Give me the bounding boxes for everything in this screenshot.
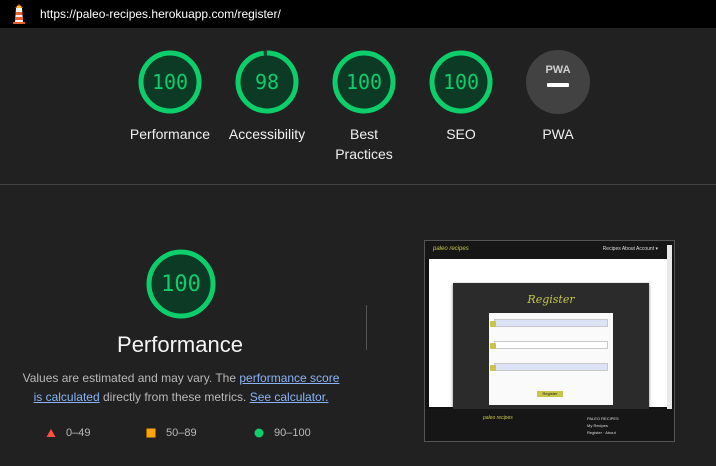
gauge-accessibility[interactable]: 98 bbox=[233, 48, 301, 116]
gauge-label-pwa: PWA bbox=[542, 126, 574, 142]
see-calculator-link[interactable]: See calculator. bbox=[250, 390, 329, 404]
thumb-username-field bbox=[490, 319, 608, 329]
thumb-footer-link: Register · About bbox=[587, 430, 616, 435]
thumb-footer-col-title: PALEO RECIPES bbox=[587, 416, 619, 421]
section-divider bbox=[0, 184, 716, 185]
legend-average-range: 50–89 bbox=[166, 427, 197, 439]
browser-bar: https://paleo-recipes.herokuapp.com/regi… bbox=[0, 0, 716, 28]
gauge-label-seo: SEO bbox=[446, 126, 476, 142]
thumb-register-form: Register bbox=[489, 313, 613, 405]
legend-average: 50–89 bbox=[146, 425, 197, 441]
legend-pass: 90–100 bbox=[254, 425, 311, 441]
pwa-badge-text: PWA bbox=[545, 64, 570, 76]
thumb-register-card: Register Register bbox=[453, 283, 649, 417]
thumb-register-heading: Register bbox=[527, 293, 575, 306]
triangle-icon bbox=[46, 429, 56, 437]
thumb-footer: paleo recipes PALEO RECIPES My Recipes R… bbox=[425, 409, 674, 441]
page-screenshot-thumbnail[interactable]: paleo recipes Recipes About Account ▾ Re… bbox=[424, 240, 675, 442]
performance-description: Values are estimated and may vary. The p… bbox=[18, 369, 344, 407]
gauge-performance[interactable]: 100 bbox=[136, 48, 204, 116]
thumb-footer-link: My Recipes bbox=[587, 423, 608, 428]
legend-pass-range: 90–100 bbox=[274, 427, 311, 439]
square-icon bbox=[146, 428, 156, 438]
thumb-scrollbar bbox=[667, 245, 672, 410]
legend-fail: 0–49 bbox=[46, 425, 90, 441]
thumb-footer-brand: paleo recipes bbox=[483, 415, 513, 421]
desc-prefix: Values are estimated and may vary. The bbox=[22, 371, 240, 385]
performance-title: Performance bbox=[117, 332, 243, 357]
thumb-register-button: Register bbox=[537, 391, 563, 397]
gauge-seo[interactable]: 100 bbox=[427, 48, 495, 116]
gauge-score-seo: 100 bbox=[442, 70, 480, 94]
legend-fail-range: 0–49 bbox=[66, 427, 91, 439]
user-icon bbox=[490, 321, 496, 327]
thumb-footer-column: PALEO RECIPES My Recipes Register · Abou… bbox=[587, 415, 619, 436]
thumb-brand: paleo recipes bbox=[433, 246, 469, 252]
gauge-score-accessibility: 98 bbox=[254, 70, 280, 94]
thumb-email-field bbox=[490, 341, 608, 351]
performance-score: 100 bbox=[161, 271, 201, 297]
thumb-navbar: paleo recipes Recipes About Account ▾ bbox=[425, 241, 674, 259]
lock-icon bbox=[490, 365, 496, 371]
pwa-badge-icon: PWA bbox=[526, 50, 590, 114]
mail-icon bbox=[490, 343, 496, 349]
circle-icon bbox=[254, 428, 264, 438]
thumb-password-field bbox=[490, 363, 608, 373]
performance-gauge: 100 bbox=[145, 248, 217, 320]
desc-middle: directly from these metrics. bbox=[99, 390, 250, 404]
thumb-nav-links: Recipes About Account ▾ bbox=[602, 246, 658, 252]
gauge-score-best-practices: 100 bbox=[345, 70, 383, 94]
vertical-divider bbox=[366, 305, 367, 350]
page-url[interactable]: https://paleo-recipes.herokuapp.com/regi… bbox=[40, 7, 281, 21]
gauge-best-practices[interactable]: 100 bbox=[330, 48, 398, 116]
gauge-label-best-practices: Best Practices bbox=[335, 126, 393, 162]
gauge-score-performance: 100 bbox=[151, 70, 189, 94]
lighthouse-icon bbox=[13, 4, 25, 24]
thumb-content: Register Register bbox=[429, 259, 668, 417]
gauge-label-performance: Performance bbox=[129, 126, 211, 142]
gauge-label-accessibility: Accessibility bbox=[228, 126, 306, 142]
gauge-pwa[interactable]: PWA bbox=[524, 48, 592, 116]
